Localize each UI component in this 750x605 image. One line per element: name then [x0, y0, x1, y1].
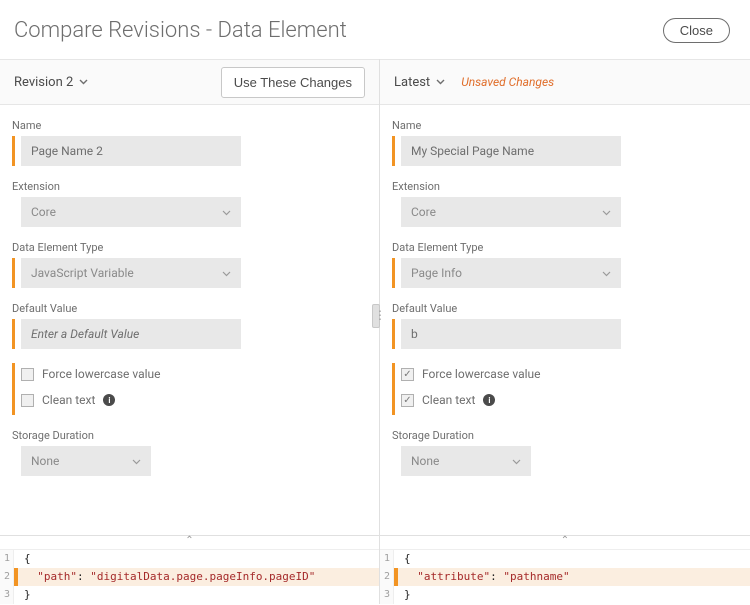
force-lowercase-label: Force lowercase value	[42, 367, 161, 381]
change-marker	[12, 319, 15, 349]
clean-text-label: Clean text	[422, 393, 475, 407]
right-pane-header: Latest Unsaved Changes	[380, 59, 750, 105]
code-line: 1{	[0, 550, 379, 568]
clean-text-label: Clean text	[42, 393, 95, 407]
code-block-left: ⌃ 1{2 "path": "digitalData.page.pageInfo…	[0, 535, 379, 604]
code-line: 3}	[380, 586, 750, 604]
info-icon[interactable]: i	[483, 394, 495, 406]
chevron-down-icon	[602, 266, 611, 280]
default-label: Default Value	[12, 302, 367, 315]
type-select[interactable]: JavaScript Variable	[21, 258, 241, 288]
name-field[interactable]: Page Name 2	[21, 136, 241, 166]
change-marker	[392, 136, 395, 166]
use-these-changes-button[interactable]: Use These Changes	[221, 67, 365, 98]
clean-text-checkbox[interactable]	[401, 394, 414, 407]
force-lowercase-checkbox[interactable]	[401, 368, 414, 381]
info-icon[interactable]: i	[103, 394, 115, 406]
chevron-down-icon	[436, 79, 445, 85]
change-marker	[12, 136, 15, 166]
revision-label: Latest	[394, 75, 430, 90]
code-line: 2 "path": "digitalData.page.pageInfo.pag…	[0, 568, 379, 586]
extension-select[interactable]: Core	[21, 197, 241, 227]
unsaved-changes-badge: Unsaved Changes	[461, 75, 554, 89]
storage-select[interactable]: None	[21, 446, 151, 476]
force-lowercase-label: Force lowercase value	[422, 367, 541, 381]
change-marker	[12, 389, 15, 415]
name-label: Name	[392, 119, 738, 132]
chevron-down-icon	[512, 454, 521, 468]
storage-label: Storage Duration	[392, 429, 738, 442]
type-label: Data Element Type	[12, 241, 367, 254]
chevron-down-icon	[222, 205, 231, 219]
storage-label: Storage Duration	[12, 429, 367, 442]
collapse-handle[interactable]: ⌃	[380, 536, 750, 550]
extension-label: Extension	[392, 180, 738, 193]
collapse-handle[interactable]: ⌃	[0, 536, 379, 550]
change-marker	[12, 363, 15, 389]
chevron-down-icon	[79, 79, 88, 85]
chevron-down-icon	[132, 454, 141, 468]
left-pane-header: Revision 2 Use These Changes	[0, 59, 379, 105]
code-line: 3}	[0, 586, 379, 604]
pane-resize-handle[interactable]	[372, 304, 380, 328]
code-line: 1{	[380, 550, 750, 568]
default-value-field[interactable]: b	[401, 319, 621, 349]
chevron-down-icon	[602, 205, 611, 219]
extension-select[interactable]: Core	[401, 197, 621, 227]
change-marker	[392, 258, 395, 288]
code-line: 2 "attribute": "pathname"	[380, 568, 750, 586]
revision-selector-left[interactable]: Revision 2	[14, 75, 88, 90]
force-lowercase-checkbox[interactable]	[21, 368, 34, 381]
chevron-down-icon	[222, 266, 231, 280]
page-title: Compare Revisions - Data Element	[14, 18, 347, 43]
default-label: Default Value	[392, 302, 738, 315]
type-select[interactable]: Page Info	[401, 258, 621, 288]
extension-label: Extension	[12, 180, 367, 193]
name-field[interactable]: My Special Page Name	[401, 136, 621, 166]
revision-selector-right[interactable]: Latest	[394, 75, 445, 90]
close-button[interactable]: Close	[663, 18, 730, 43]
storage-select[interactable]: None	[401, 446, 531, 476]
revision-label: Revision 2	[14, 75, 73, 90]
type-label: Data Element Type	[392, 241, 738, 254]
default-value-field[interactable]: Enter a Default Value	[21, 319, 241, 349]
clean-text-checkbox[interactable]	[21, 394, 34, 407]
code-block-right: ⌃ 1{2 "attribute": "pathname"3}	[380, 535, 750, 604]
change-marker	[392, 363, 395, 389]
change-marker	[12, 258, 15, 288]
name-label: Name	[12, 119, 367, 132]
change-marker	[392, 389, 395, 415]
change-marker	[392, 319, 395, 349]
